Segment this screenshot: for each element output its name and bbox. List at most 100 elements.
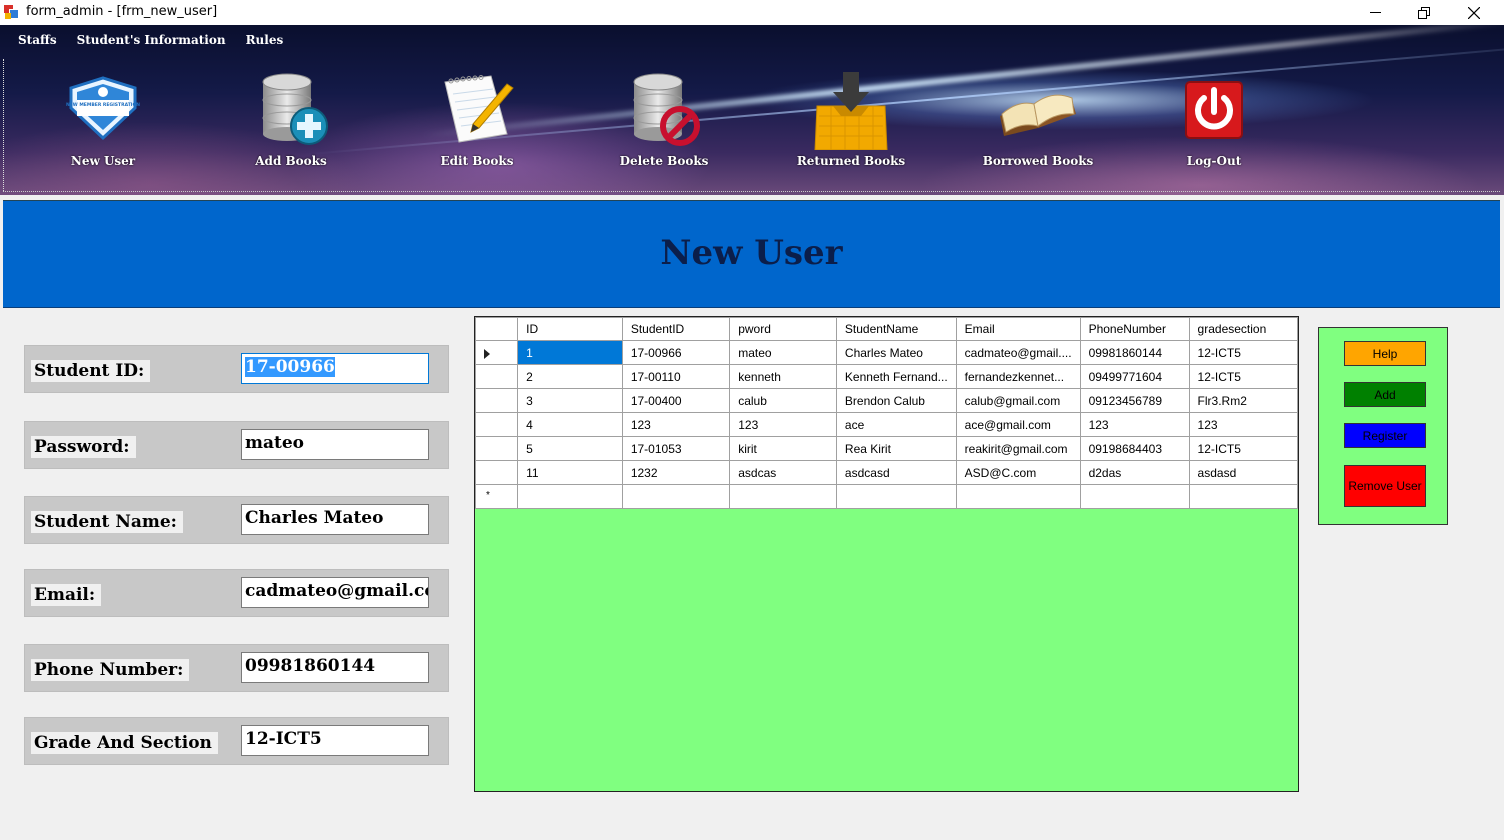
table-cell[interactable] bbox=[1079, 484, 1190, 509]
row-header[interactable] bbox=[474, 340, 519, 365]
column-header-studentname[interactable]: StudentName bbox=[835, 317, 957, 341]
toolbar-add-books-button[interactable]: Add Books bbox=[226, 70, 356, 168]
table-row[interactable]: 3 17-00400 calub Brendon Calub calub@gma… bbox=[474, 388, 1299, 413]
table-cell[interactable]: 2 bbox=[517, 364, 623, 389]
column-header-email[interactable]: Email bbox=[955, 317, 1081, 341]
table-row[interactable]: 11 1232 asdcas asdcasd ASD@C.com d2das a… bbox=[474, 460, 1299, 485]
users-data-grid[interactable]: ID StudentID pword StudentName Email Pho… bbox=[474, 316, 1299, 792]
new-row[interactable]: * bbox=[474, 484, 1299, 509]
toolbar-new-user-button[interactable]: NEW MEMBER REGISTRATION New User bbox=[38, 70, 168, 168]
table-cell[interactable]: 09198684403 bbox=[1079, 436, 1190, 461]
table-cell[interactable]: 17-00110 bbox=[621, 364, 731, 389]
menu-students-information[interactable]: Student's Information bbox=[67, 33, 236, 47]
table-cell[interactable]: 12-ICT5 bbox=[1188, 340, 1299, 365]
table-cell[interactable]: calub bbox=[729, 388, 837, 413]
row-header[interactable] bbox=[474, 436, 519, 461]
toolbar-edit-books-button[interactable]: Edit Books bbox=[412, 70, 542, 168]
register-button[interactable]: Register bbox=[1344, 423, 1426, 448]
table-cell[interactable]: ace@gmail.com bbox=[955, 412, 1081, 437]
table-cell[interactable]: 1 bbox=[517, 340, 623, 365]
row-header[interactable] bbox=[474, 412, 519, 437]
column-header-studentid[interactable]: StudentID bbox=[621, 317, 731, 341]
close-button[interactable] bbox=[1451, 0, 1497, 25]
toolbar-label: New User bbox=[70, 154, 136, 168]
table-cell[interactable]: Charles Mateo bbox=[835, 340, 957, 365]
table-cell[interactable]: asdasd bbox=[1188, 460, 1299, 485]
table-cell[interactable]: 123 bbox=[621, 412, 731, 437]
table-cell[interactable]: 17-01053 bbox=[621, 436, 731, 461]
table-cell[interactable]: Brendon Calub bbox=[835, 388, 957, 413]
table-cell[interactable]: 123 bbox=[1188, 412, 1299, 437]
table-cell[interactable]: 17-00966 bbox=[621, 340, 731, 365]
table-cell[interactable] bbox=[517, 484, 623, 509]
table-cell[interactable] bbox=[621, 484, 731, 509]
remove-user-button[interactable]: Remove User bbox=[1344, 465, 1426, 507]
table-cell[interactable] bbox=[729, 484, 837, 509]
table-cell[interactable]: 09499771604 bbox=[1079, 364, 1190, 389]
table-cell[interactable]: 123 bbox=[729, 412, 837, 437]
table-row[interactable]: 2 17-00110 kenneth Kenneth Fernand... fe… bbox=[474, 364, 1299, 389]
table-cell[interactable]: 09123456789 bbox=[1079, 388, 1190, 413]
table-cell[interactable]: calub@gmail.com bbox=[955, 388, 1081, 413]
column-header-id[interactable]: ID bbox=[517, 317, 623, 341]
student-id-input[interactable]: 17-00966 bbox=[241, 353, 429, 384]
table-cell[interactable]: d2das bbox=[1079, 460, 1190, 485]
table-cell[interactable]: 5 bbox=[517, 436, 623, 461]
table-cell[interactable]: 11 bbox=[517, 460, 623, 485]
help-button[interactable]: Help bbox=[1344, 341, 1426, 366]
page-header: New User bbox=[3, 200, 1500, 308]
grid-corner-header[interactable] bbox=[474, 317, 519, 341]
row-header[interactable] bbox=[474, 460, 519, 485]
page-title: New User bbox=[660, 233, 843, 273]
email-input[interactable]: cadmateo@gmail.co bbox=[241, 577, 429, 608]
table-row[interactable]: 5 17-01053 kirit Rea Kirit reakirit@gmai… bbox=[474, 436, 1299, 461]
table-cell[interactable]: 09981860144 bbox=[1079, 340, 1190, 365]
row-header[interactable]: * bbox=[474, 484, 519, 509]
table-row[interactable]: 4 123 123 ace ace@gmail.com 123 123 bbox=[474, 412, 1299, 437]
table-cell[interactable]: 12-ICT5 bbox=[1188, 436, 1299, 461]
window-title-bar: form_admin - [frm_new_user] bbox=[0, 0, 1504, 25]
table-row[interactable]: 1 17-00966 mateo Charles Mateo cadmateo@… bbox=[474, 340, 1299, 365]
table-cell[interactable]: 123 bbox=[1079, 412, 1190, 437]
table-cell[interactable]: 1232 bbox=[621, 460, 731, 485]
table-cell[interactable]: kenneth bbox=[729, 364, 837, 389]
table-cell[interactable]: reakirit@gmail.com bbox=[955, 436, 1081, 461]
toolbar-logout-button[interactable]: Log-Out bbox=[1149, 70, 1279, 168]
table-cell[interactable]: Rea Kirit bbox=[835, 436, 957, 461]
table-cell[interactable]: 3 bbox=[517, 388, 623, 413]
toolbar-delete-books-button[interactable]: Delete Books bbox=[599, 70, 729, 168]
row-header[interactable] bbox=[474, 364, 519, 389]
row-header[interactable] bbox=[474, 388, 519, 413]
restore-button[interactable] bbox=[1401, 0, 1447, 25]
menu-staffs[interactable]: Staffs bbox=[8, 33, 67, 47]
column-header-gradesection[interactable]: gradesection bbox=[1188, 317, 1299, 341]
table-cell[interactable]: ace bbox=[835, 412, 957, 437]
database-add-icon bbox=[251, 70, 331, 150]
table-cell[interactable]: kirit bbox=[729, 436, 837, 461]
add-button[interactable]: Add bbox=[1344, 382, 1426, 407]
table-cell[interactable] bbox=[835, 484, 957, 509]
table-cell[interactable] bbox=[955, 484, 1081, 509]
phone-number-input[interactable]: 09981860144 bbox=[241, 652, 429, 683]
table-cell[interactable]: 4 bbox=[517, 412, 623, 437]
table-cell[interactable]: asdcasd bbox=[835, 460, 957, 485]
column-header-phonenumber[interactable]: PhoneNumber bbox=[1079, 317, 1190, 341]
toolbar-borrowed-books-button[interactable]: Borrowed Books bbox=[973, 70, 1103, 168]
table-cell[interactable]: 17-00400 bbox=[621, 388, 731, 413]
table-cell[interactable]: mateo bbox=[729, 340, 837, 365]
table-cell[interactable]: Kenneth Fernand... bbox=[835, 364, 957, 389]
toolbar-returned-books-button[interactable]: Returned Books bbox=[786, 70, 916, 168]
password-input[interactable]: mateo bbox=[241, 429, 429, 460]
table-cell[interactable]: asdcas bbox=[729, 460, 837, 485]
table-cell[interactable]: fernandezkennet... bbox=[955, 364, 1081, 389]
table-cell[interactable] bbox=[1188, 484, 1299, 509]
table-cell[interactable]: 12-ICT5 bbox=[1188, 364, 1299, 389]
student-name-input[interactable]: Charles Mateo bbox=[241, 504, 429, 535]
table-cell[interactable]: ASD@C.com bbox=[955, 460, 1081, 485]
minimize-button[interactable] bbox=[1352, 0, 1398, 25]
table-cell[interactable]: Flr3.Rm2 bbox=[1188, 388, 1299, 413]
table-cell[interactable]: cadmateo@gmail.... bbox=[955, 340, 1081, 365]
column-header-pword[interactable]: pword bbox=[729, 317, 837, 341]
menu-rules[interactable]: Rules bbox=[236, 33, 294, 47]
grade-section-input[interactable]: 12-ICT5 bbox=[241, 725, 429, 756]
